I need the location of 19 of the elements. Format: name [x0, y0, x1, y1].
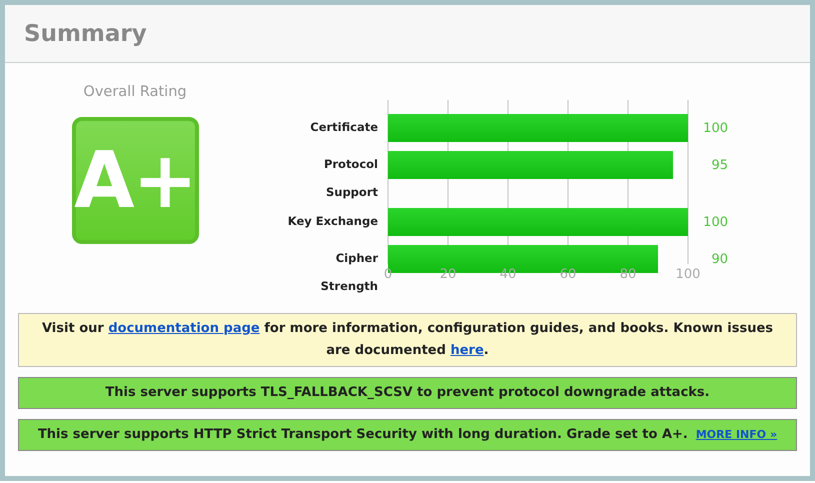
category-label: Protocol Support [324, 157, 378, 199]
axis-tick-label: 100 [676, 267, 700, 282]
more-info-link[interactable]: MORE INFO » [696, 428, 778, 441]
score-value: 95 [711, 158, 728, 173]
notice-link[interactable]: here [450, 343, 484, 358]
notice-text: Visit our documentation page for more information, configuration guides, and books. Known issues are documented here. [42, 321, 774, 358]
category-label: Certificate [310, 120, 378, 134]
category-label: Cipher Strength [320, 251, 378, 293]
category-label: Key Exchange [288, 214, 378, 228]
score-value: 100 [703, 215, 728, 230]
score-value: 100 [703, 121, 728, 136]
rating-label: Overall Rating [83, 84, 187, 100]
notice-text: This server supports TLS_FALLBACK_SCSV to prevent protocol downgrade attacks. [105, 385, 710, 400]
notice-text: This server supports HTTP Strict Transport Security with long duration. Grade set to A+. [38, 427, 688, 442]
axis-tick-label: 0 [384, 267, 392, 282]
score-value: 90 [711, 252, 728, 267]
grade-badge: A+ [72, 117, 198, 244]
notice-link[interactable]: documentation page [108, 321, 260, 336]
summary-title: Summary [24, 20, 147, 46]
